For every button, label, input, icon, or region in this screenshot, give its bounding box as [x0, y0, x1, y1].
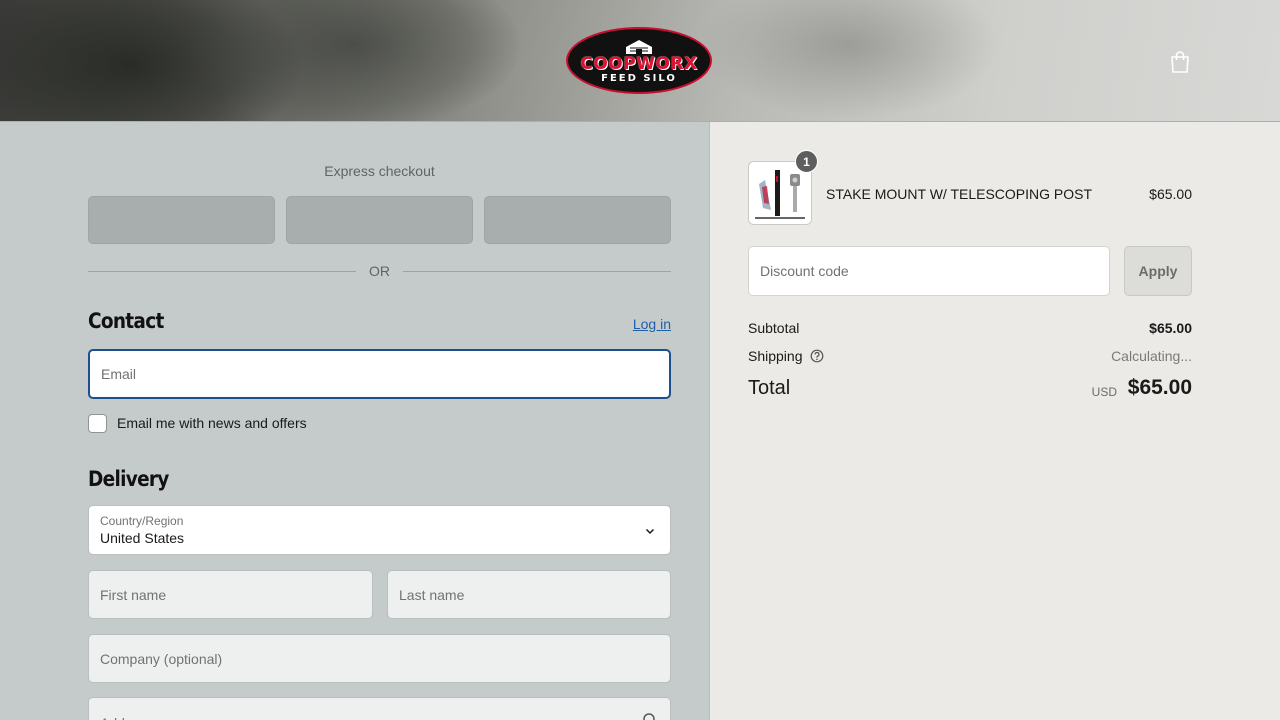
first-name-input[interactable] — [89, 571, 372, 618]
discount-code-field[interactable] — [748, 246, 1110, 296]
total-label: Total — [748, 377, 791, 399]
country-select[interactable]: Country/Region United States — [88, 505, 671, 555]
quantity-badge: 1 — [795, 150, 818, 173]
country-select-label: Country/Region — [100, 514, 184, 528]
address-input[interactable] — [89, 698, 670, 720]
separator-line — [403, 271, 671, 272]
logo-brand-text: COOPWORX — [580, 53, 698, 74]
or-separator: OR — [88, 262, 671, 282]
chevron-down-icon — [645, 528, 655, 535]
discount-code-input[interactable] — [749, 247, 1109, 295]
total-currency: USD — [1091, 385, 1117, 399]
email-input[interactable] — [90, 351, 669, 397]
company-field[interactable] — [88, 634, 671, 683]
product-price: $65.00 — [1149, 186, 1192, 202]
express-pay-button-3[interactable] — [484, 196, 671, 244]
delivery-heading: Delivery — [88, 467, 169, 491]
subtotal-value: $65.00 — [1149, 320, 1192, 336]
newsletter-checkbox[interactable] — [88, 414, 107, 433]
address-field[interactable] — [88, 697, 671, 720]
contact-heading: Contact — [88, 309, 164, 333]
email-field[interactable] — [88, 349, 671, 399]
express-checkout-label: Express checkout — [324, 163, 435, 179]
barn-icon — [626, 39, 652, 54]
shipping-label: Shipping — [748, 348, 803, 364]
logo-sub-text: FEED SILO — [601, 72, 677, 84]
company-input[interactable] — [89, 635, 670, 682]
shipping-value: Calculating... — [1111, 348, 1192, 364]
subtotal-label: Subtotal — [748, 320, 800, 336]
express-pay-button-2[interactable] — [286, 196, 473, 244]
help-circle-icon[interactable] — [810, 349, 824, 363]
apply-discount-button[interactable]: Apply — [1124, 246, 1192, 296]
header-foliage — [700, 0, 1000, 120]
first-name-field[interactable] — [88, 570, 373, 619]
header-foliage — [190, 0, 520, 122]
login-link[interactable]: Log in — [600, 316, 671, 332]
shopping-bag-icon[interactable] — [1169, 50, 1191, 74]
total-value: $65.00 — [1127, 376, 1192, 399]
product-name: STAKE MOUNT W/ TELESCOPING POST — [826, 186, 1093, 202]
newsletter-label: Email me with news and offers — [117, 415, 307, 431]
country-select-value: United States — [100, 530, 185, 546]
store-logo[interactable]: COOPWORX FEED SILO — [566, 27, 712, 94]
search-icon — [643, 713, 655, 720]
last-name-field[interactable] — [387, 570, 671, 619]
express-pay-button-1[interactable] — [88, 196, 275, 244]
last-name-input[interactable] — [388, 571, 670, 618]
header-banner: COOPWORX FEED SILO — [0, 0, 1280, 122]
